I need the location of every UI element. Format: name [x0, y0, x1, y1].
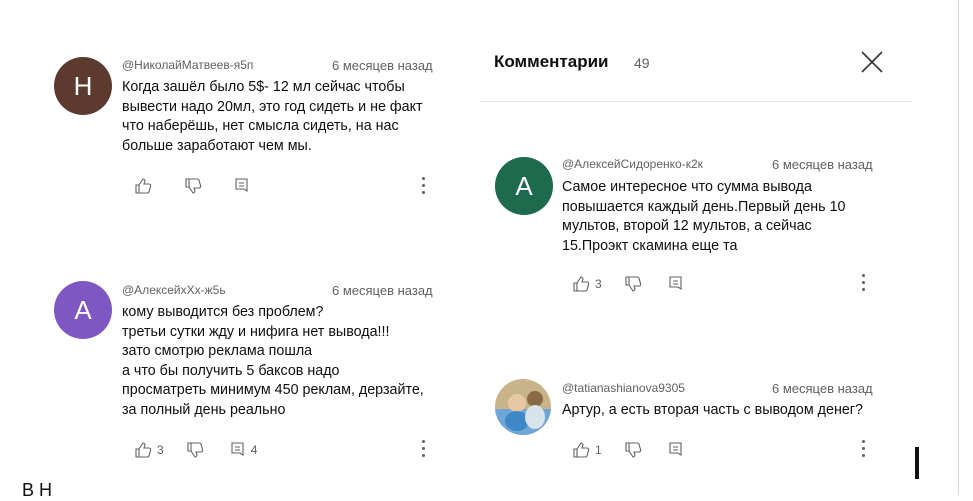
comment-time[interactable]: 6 месяцев назад: [772, 157, 873, 172]
more-dot: [422, 184, 425, 187]
more-dot: [422, 454, 425, 457]
header-divider: [480, 101, 912, 102]
cropped-caption: В Н: [22, 480, 53, 500]
avatar[interactable]: А: [54, 281, 112, 339]
avatar[interactable]: [495, 379, 551, 435]
thumbs-down-icon: [625, 442, 641, 458]
comments-count: 49: [634, 55, 650, 71]
more-dot: [422, 447, 425, 450]
reply-icon: [669, 276, 682, 291]
like-button[interactable]: 1: [572, 441, 602, 459]
replies-button[interactable]: 4: [230, 441, 258, 459]
like-button[interactable]: [134, 177, 152, 195]
dislike-button[interactable]: [624, 441, 642, 459]
more-options-button[interactable]: [860, 439, 868, 461]
reply-count: 4: [250, 443, 258, 457]
reply-icon: [669, 442, 682, 457]
panel-edge: [958, 0, 959, 495]
more-dot: [862, 454, 865, 457]
reply-button[interactable]: [234, 177, 250, 195]
like-button[interactable]: 3: [134, 441, 164, 459]
more-icon: [862, 274, 865, 277]
more-icon: [422, 177, 425, 180]
comments-title: Комментарии: [494, 52, 609, 71]
avatar-letter: А: [515, 170, 533, 201]
dislike-button[interactable]: [186, 441, 204, 459]
comment-actions: 3: [572, 274, 684, 294]
comment-author[interactable]: @АлексейСидоренко-к2к: [562, 157, 703, 171]
thumbs-up-icon: [573, 442, 590, 458]
more-icon: [862, 440, 865, 443]
more-options-button[interactable]: [420, 439, 428, 461]
avatar[interactable]: А: [495, 157, 553, 215]
comment-text: Когда зашёл было 5$- 12 мл сейчас чтобы …: [122, 79, 423, 154]
avatar-letter: Н: [73, 70, 93, 101]
more-dot: [862, 281, 865, 284]
reply-icon: [231, 442, 244, 457]
comment-author[interactable]: @НиколайМатвеев-я5п: [122, 58, 253, 72]
thumbs-down-icon: [187, 442, 203, 458]
comment-actions: 1: [572, 440, 684, 460]
comment-time[interactable]: 6 месяцев назад: [332, 283, 433, 298]
more-icon: [422, 440, 425, 443]
dislike-button[interactable]: [624, 275, 642, 293]
reply-button[interactable]: [668, 275, 684, 293]
comment-text: Самое интересное что сумма вывода повыша…: [562, 179, 846, 254]
comment-time[interactable]: 6 месяцев назад: [332, 58, 433, 73]
more-dot: [862, 447, 865, 450]
avatar[interactable]: Н: [54, 57, 112, 115]
thumbs-up-icon: [573, 276, 590, 292]
reply-icon: [235, 178, 248, 193]
comment-author[interactable]: @tatianashianova9305: [562, 381, 685, 395]
more-dot: [422, 191, 425, 194]
reply-button[interactable]: [668, 441, 684, 459]
like-count: 3: [157, 443, 164, 457]
thumbs-down-icon: [625, 276, 641, 292]
comment-text: Артур, а есть вторая часть с выводом ден…: [562, 402, 863, 418]
text-cursor: [915, 447, 919, 479]
close-icon: [861, 51, 883, 73]
thumbs-down-icon: [185, 178, 202, 194]
comment-actions: 3 4: [134, 440, 257, 460]
thumbs-up-icon: [135, 178, 152, 194]
comment-actions: [134, 176, 250, 196]
like-count: 3: [595, 277, 602, 291]
comment-text: кому выводится без проблем? третьи сутки…: [122, 304, 424, 418]
close-button[interactable]: [858, 48, 886, 76]
like-button[interactable]: 3: [572, 275, 602, 293]
more-options-button[interactable]: [420, 176, 428, 198]
comment-time[interactable]: 6 месяцев назад: [772, 381, 873, 396]
avatar-letter: А: [74, 294, 92, 325]
like-count: 1: [595, 443, 602, 457]
thumbs-up-icon: [135, 442, 152, 458]
more-dot: [862, 288, 865, 291]
comment-author[interactable]: @АлексейхХх-ж5ь: [122, 283, 226, 297]
avatar-photo: [495, 379, 551, 435]
more-options-button[interactable]: [860, 273, 868, 295]
dislike-button[interactable]: [184, 177, 202, 195]
